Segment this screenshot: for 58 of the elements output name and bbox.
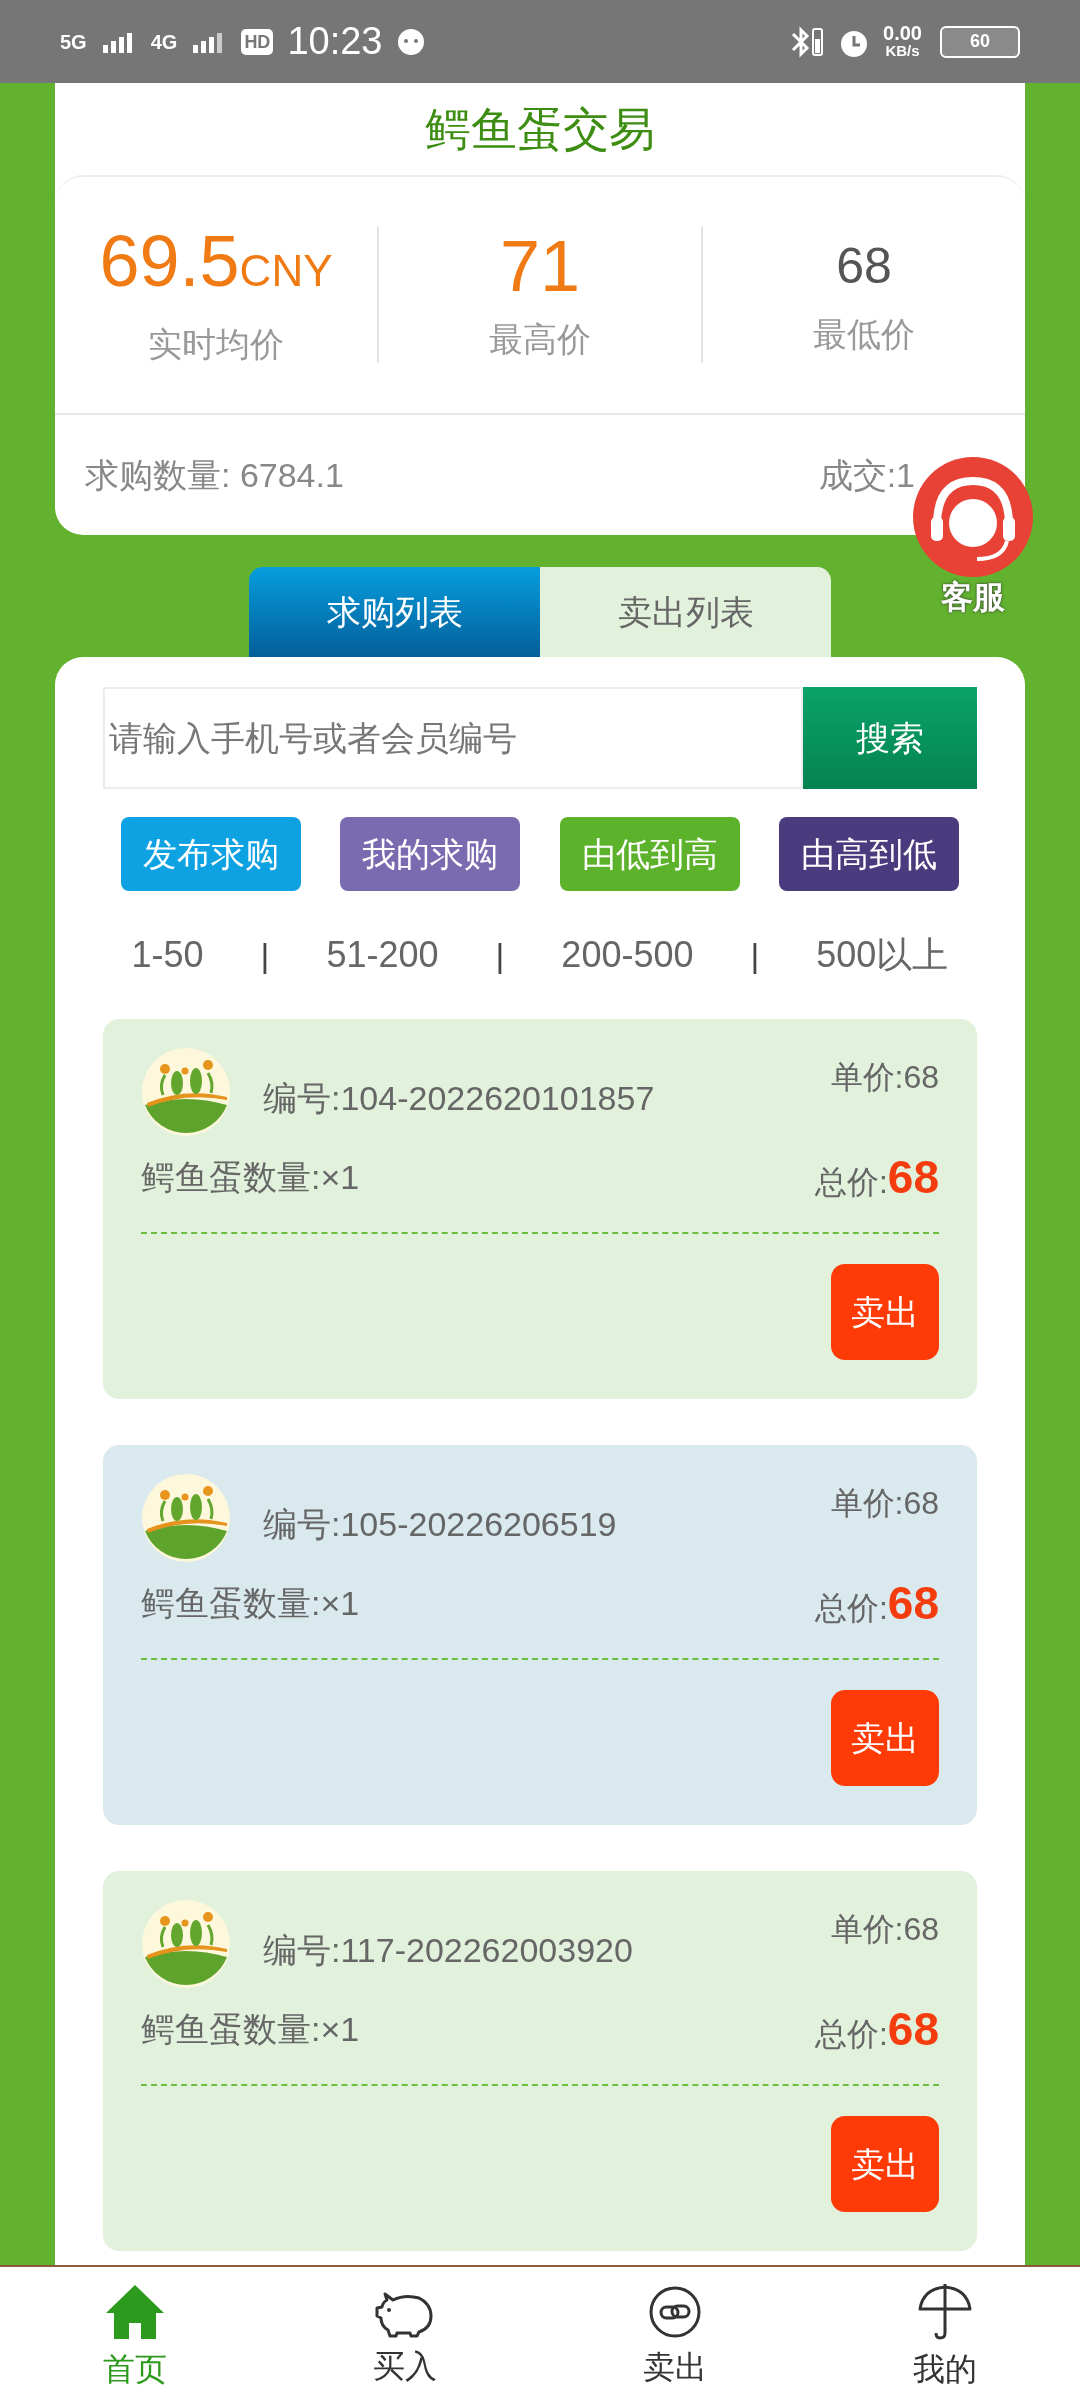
stat-label: 最低价 [813, 313, 915, 355]
total-price: 总价:68 [814, 1150, 939, 1205]
home-icon [104, 2282, 166, 2341]
order-number: 编号:104-2022620101857 [263, 1078, 655, 1119]
battery-indicator: 60 [940, 25, 1020, 58]
speed-unit: KB/s [885, 41, 920, 60]
umbrella-icon [917, 2282, 973, 2341]
logo-icon [141, 1473, 231, 1563]
nav-item[interactable]: 买入 [270, 2267, 540, 2408]
separator: | [260, 934, 270, 976]
clock-time: 10:23 [287, 19, 383, 64]
range-filter[interactable]: 1-50 [131, 928, 204, 982]
logo-icon [141, 1899, 231, 1989]
stat-value: 71 [499, 225, 581, 306]
range-filter[interactable]: 51-200 [326, 928, 439, 982]
action-button[interactable]: 我的求购 [340, 817, 521, 891]
hd-badge: HD [241, 28, 274, 55]
network-speed: 0.00 [883, 23, 922, 42]
separator: | [495, 934, 505, 976]
bluetooth-icon [789, 24, 826, 59]
page-title: 鳄鱼蛋交易 [424, 101, 656, 157]
sell-button[interactable]: 卖出 [831, 1690, 939, 1786]
nav-item[interactable]: 我的 [810, 2267, 1080, 2408]
action-button[interactable]: 由高到低 [779, 817, 959, 891]
stat-value: 68 [836, 236, 892, 296]
stat-label: 实时均价 [148, 323, 284, 365]
logo-icon [141, 1047, 231, 1137]
separator: | [750, 934, 760, 976]
stat-label: 最高价 [489, 318, 591, 360]
total-price: 总价:68 [814, 2002, 939, 2057]
link-icon [648, 2284, 702, 2339]
network-label: 5G [60, 29, 87, 55]
egg-quantity: 鳄鱼蛋数量:×1 [141, 2009, 360, 2050]
egg-quantity: 鳄鱼蛋数量:×1 [141, 1583, 360, 1624]
unit-price: 单价:68 [830, 1484, 939, 1523]
egg-quantity: 鳄鱼蛋数量:×1 [141, 1157, 360, 1198]
deal-count: 成交:1 [818, 454, 915, 496]
nav-item[interactable]: 卖出 [540, 2267, 810, 2408]
search-button[interactable]: 搜索 [803, 687, 977, 789]
sell-button[interactable]: 卖出 [831, 1264, 939, 1360]
nav-item[interactable]: 首页 [0, 2267, 270, 2408]
sell-button[interactable]: 卖出 [831, 2116, 939, 2212]
range-filter[interactable]: 500以上 [816, 928, 949, 982]
tab[interactable]: 卖出列表 [540, 567, 831, 657]
order-number: 编号:117-202262003920 [263, 1930, 633, 1971]
unit-price: 单价:68 [830, 1910, 939, 1949]
network-label: 4G [150, 29, 178, 55]
action-button[interactable]: 由低到高 [559, 817, 740, 891]
ghost-icon [396, 26, 427, 57]
range-filter[interactable]: 200-500 [561, 928, 694, 982]
order-number: 编号:105-20226206519 [263, 1504, 617, 1545]
demand-quantity: 求购数量: 6784.1 [85, 454, 344, 496]
unit-price: 单价:68 [830, 1058, 939, 1097]
search-field[interactable]: 请输入手机号或者会员编号 [103, 687, 803, 789]
tab[interactable]: 求购列表 [249, 567, 540, 657]
action-button[interactable]: 发布求购 [121, 817, 301, 891]
stat-value: 69.5CNY [99, 220, 333, 303]
total-price: 总价:68 [814, 1576, 939, 1631]
